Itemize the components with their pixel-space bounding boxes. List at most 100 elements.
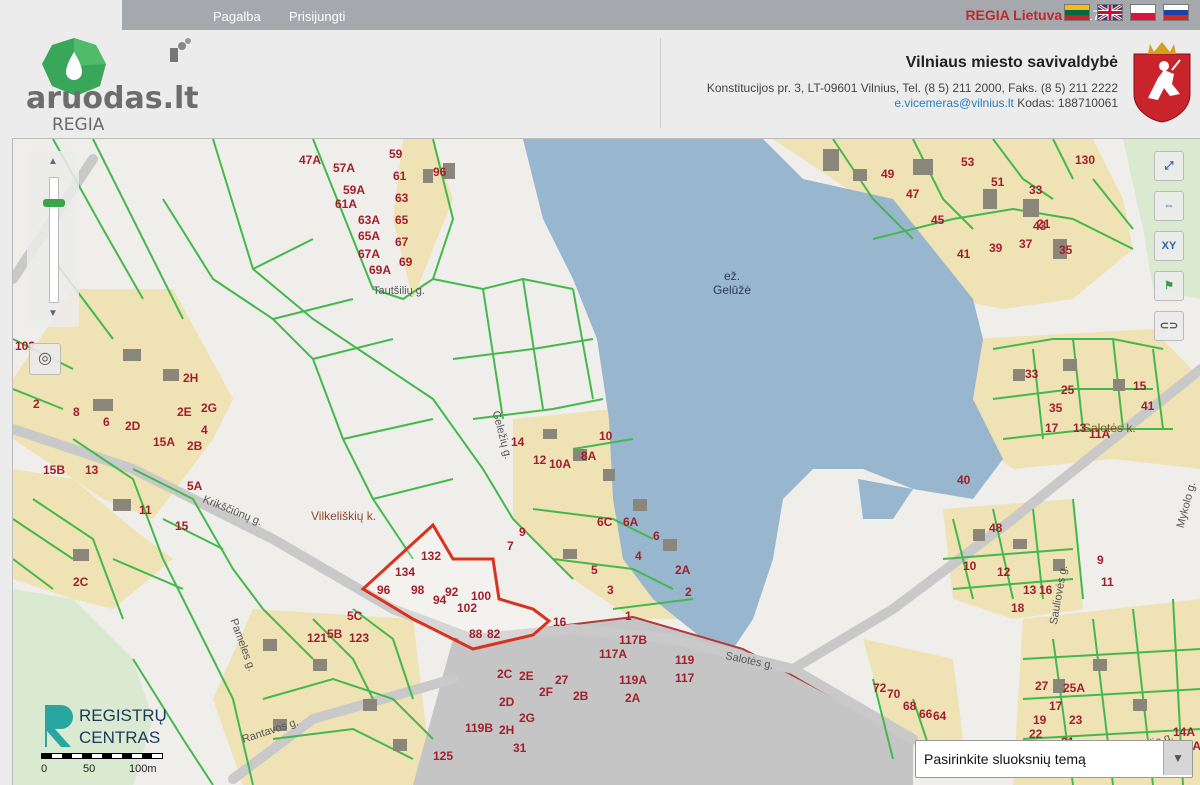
parcel-number: 35 [1049,401,1063,415]
parcel-number: 25 [1061,383,1075,397]
parcel-number: 2H [183,371,199,385]
parcel-number: 117 [675,671,695,685]
parcel-number: 57A [333,161,356,175]
parcel-number: 8 [73,405,80,419]
united-kingdom-flag-icon[interactable] [1097,4,1123,21]
coordinates-icon[interactable]: XY [1154,231,1184,261]
scale-label-0: 0 [41,763,48,775]
chevron-down-icon[interactable]: ▼ [1163,741,1192,775]
parcel-number: 15A [153,435,176,449]
fullscreen-icon[interactable]: ⤢ [1154,151,1184,181]
parcel-number: 72 [873,681,887,695]
parcel-number: 4 [635,549,642,563]
map-viewport[interactable]: ež. Gelūžė Tautšilių g. Krikščiūnų g. Gel… [12,138,1200,785]
parcel-number: 6 [653,529,660,543]
parcel-number: 66 [919,707,933,721]
parcel-number: 11A [1089,427,1111,441]
parcel-number: 65 [395,213,409,227]
municipality-name: Vilniaus miesto savivaldybė [905,54,1118,71]
parcel-number: 68 [903,699,917,713]
parcel-number: 2H [499,723,515,737]
parcel-number: 2A [625,691,641,705]
help-link[interactable]: Pagalba [213,9,261,24]
parcel-number: 88 [469,627,483,641]
parcel-number: 25A [1063,681,1086,695]
parcel-number: 5A [187,479,203,493]
parcel-number: 61 [393,169,407,183]
parcel-number: 132 [421,549,442,563]
parcel-number: 125 [433,749,454,763]
parcel-number: 119 [675,653,695,667]
parcel-number: 96 [377,583,391,597]
parcel-number: 2A [675,563,691,577]
parcel-number: 119A [619,673,648,687]
parcel-number: 98 [411,583,425,597]
poland-flag-icon[interactable] [1130,4,1156,21]
parcel-number: 61A [335,197,358,211]
logo-tab [0,0,122,30]
measure-icon[interactable]: ⇔ [1154,191,1184,221]
parcel-number: 13 [1073,421,1087,435]
parcel-number: 6C [597,515,613,529]
parcel-number: 16 [1039,583,1053,597]
parcel-number: 2B [187,439,203,453]
parcel-number: 2 [685,585,692,599]
parcel-number: 9 [519,525,526,539]
zoom-control[interactable]: ▲ ▼ [27,151,79,327]
zoom-track[interactable] [49,177,59,303]
parcel-number: 15 [175,519,189,533]
parcel-number: 2D [499,695,515,709]
logo-sub: REGIA [52,115,105,135]
zoom-in-button[interactable]: ▲ [41,155,65,169]
parcel-number: 15 [1133,379,1147,393]
parcel-number: 17 [1045,421,1059,435]
parcel-number: 7 [507,539,514,553]
parcel-number: 64 [933,709,947,723]
layer-select-value: Pasirinkite sluoksnių temą [924,751,1086,767]
email-link[interactable]: e.vicemeras@vilnius.lt [894,96,1014,110]
zoom-slider-handle[interactable] [43,199,65,207]
parcel-number: 51 [991,175,1005,189]
parcel-number: 27 [1035,679,1049,693]
vilnius-crest-icon [1130,40,1194,124]
link-icon[interactable]: ⊂⊃ [1154,311,1184,341]
logo-text: aruodas.lt [26,81,199,116]
map-canvas[interactable] [13,139,1200,785]
parcel-number: 17 [1049,699,1063,713]
login-link[interactable]: Prisijungti [289,9,345,24]
aruodas-logo[interactable]: aruodas.lt REGIA [22,36,202,136]
zoom-out-button[interactable]: ▼ [41,307,65,321]
parcel-number: 37 [1019,237,1033,251]
parcel-number: 2G [201,401,218,415]
parcel-number: 121 [307,631,328,645]
brand-name: REGIA Lietuva [965,7,1063,23]
parcel-number: 117B [619,633,648,647]
parcel-number: 41 [957,247,971,261]
parcel-number: 14 [511,435,525,449]
parcel-number: 35 [1059,243,1073,257]
parcel-number: 119B [465,721,494,735]
parcel-number: 33 [1029,183,1043,197]
lithuania-flag-icon[interactable] [1064,4,1090,21]
parcel-number: 65A [358,229,381,243]
parcel-number: 19 [1033,713,1047,727]
layer-theme-select[interactable]: Pasirinkite sluoksnių temą ▼ [915,740,1193,778]
flag-icon[interactable]: ⚑ [1154,271,1184,301]
parcel-number: 21 [1037,217,1051,231]
parcel-number: 8A [581,449,597,463]
parcel-number: 12 [533,453,547,467]
parcel-number: 18 [1011,601,1025,615]
parcel-number: 10 [599,429,613,443]
street-label-tautsiliu: Tautšilių g. [373,285,425,297]
parcel-number: 11 [1101,575,1114,589]
parcel-number: 27 [555,673,569,687]
parcel-number: 6A [623,515,639,529]
top-bar: Pagalba Prisijungti REGIA Lietuva v3.17.… [0,0,1200,30]
parcel-number: 3 [607,583,614,597]
parcel-number: 10 [963,559,977,573]
russia-flag-icon[interactable] [1163,4,1189,21]
parcel-number: 2C [497,667,513,681]
locate-icon[interactable]: ◎ [29,343,61,375]
parcel-number: 47 [906,187,920,201]
parcel-number: 2C [73,575,89,589]
